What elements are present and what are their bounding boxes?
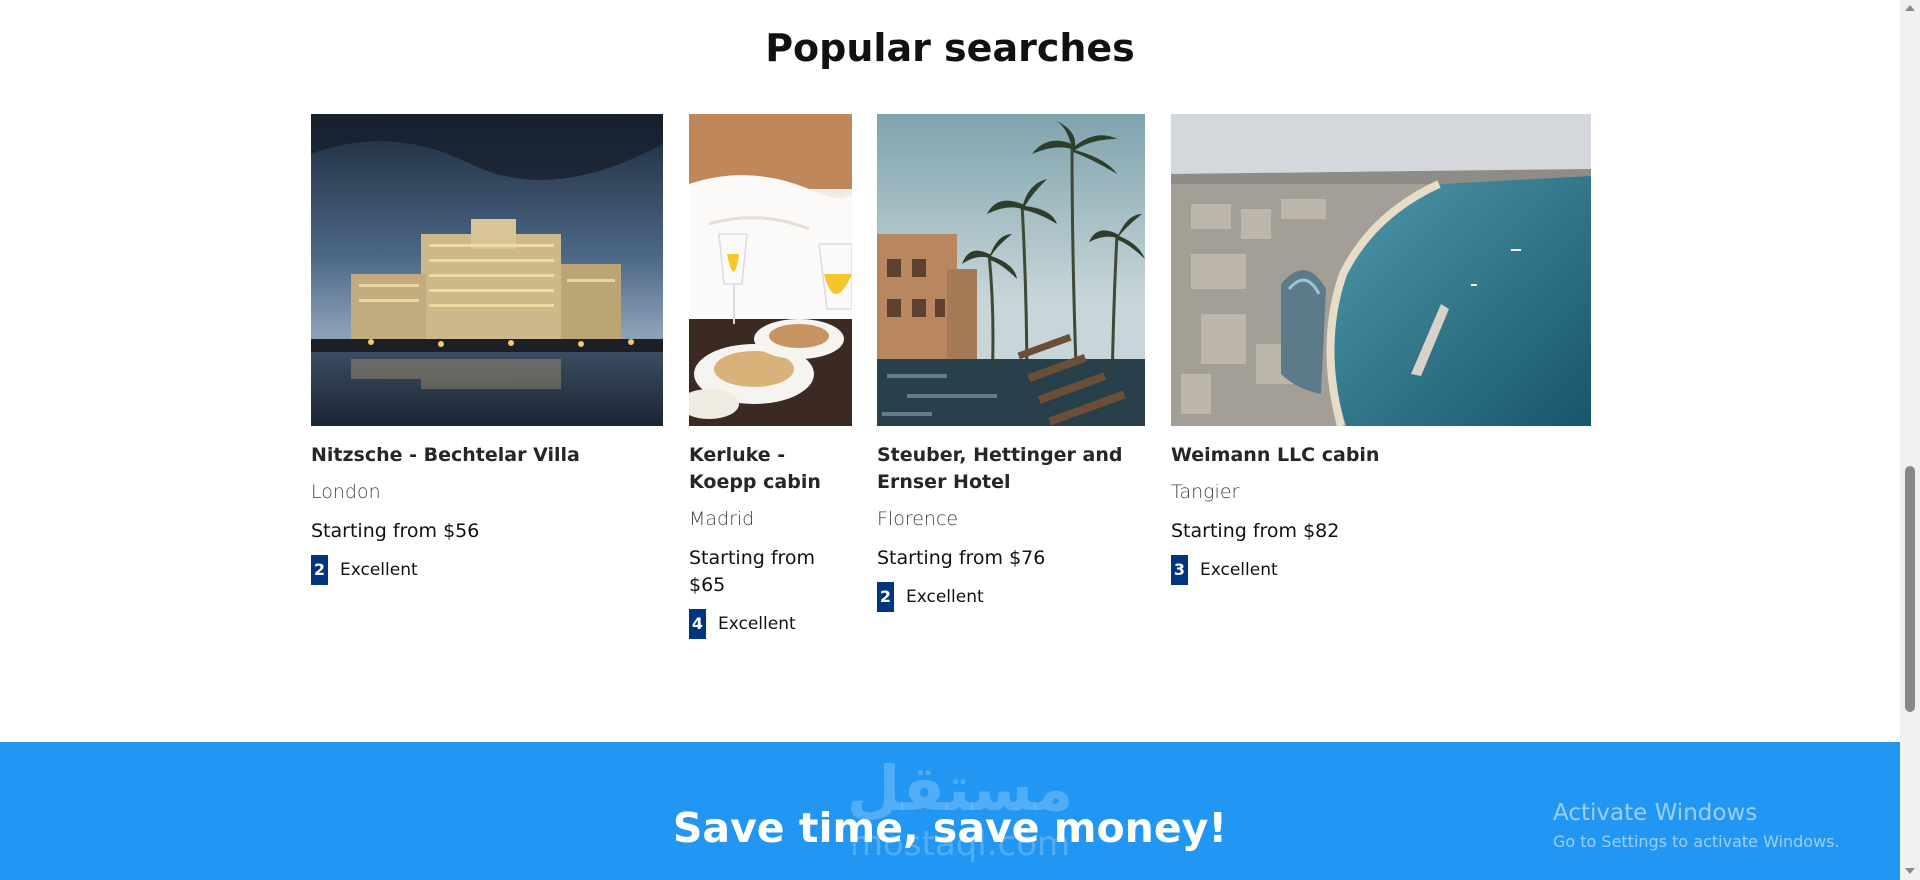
- property-price: Starting from $65: [689, 547, 816, 596]
- property-city: Florence: [877, 508, 959, 530]
- property-card[interactable]: Steuber, Hettinger and Ernser Hotel Flor…: [877, 114, 1145, 612]
- property-image-palm-resort[interactable]: [877, 114, 1145, 426]
- property-city: Madrid: [689, 508, 755, 530]
- scroll-down-arrow-icon[interactable]: [1900, 863, 1920, 880]
- property-city: Tangier: [1171, 481, 1240, 503]
- score-label: Excellent: [906, 587, 984, 607]
- activation-subtitle: Go to Settings to activate Windows.: [1553, 832, 1840, 851]
- property-rating: 2 Excellent: [877, 582, 1145, 612]
- property-card[interactable]: Weimann LLC cabin Tangier Starting from …: [1171, 114, 1591, 585]
- score-badge: 2: [877, 582, 894, 612]
- score-badge: 3: [1171, 555, 1188, 585]
- property-image-hotel-night[interactable]: [311, 114, 663, 426]
- vertical-scrollbar[interactable]: [1900, 0, 1920, 880]
- property-name[interactable]: Nitzsche - Bechtelar Villa: [311, 442, 663, 469]
- property-name[interactable]: Kerluke - Koepp cabin: [689, 442, 852, 496]
- section-title: Popular searches: [765, 26, 1135, 70]
- property-rating: 3 Excellent: [1171, 555, 1591, 585]
- property-card[interactable]: Kerluke - Koepp cabin Madrid Starting fr…: [689, 114, 852, 639]
- property-image-coastal-city[interactable]: [1171, 114, 1591, 426]
- score-badge: 4: [689, 609, 706, 639]
- property-price: Starting from $56: [311, 520, 480, 542]
- scroll-up-arrow-icon[interactable]: [1900, 0, 1920, 17]
- property-image-breakfast[interactable]: [689, 114, 852, 426]
- score-badge: 2: [311, 555, 328, 585]
- property-name[interactable]: Steuber, Hettinger and Ernser Hotel: [877, 442, 1145, 496]
- score-label: Excellent: [718, 614, 796, 634]
- property-card[interactable]: Nitzsche - Bechtelar Villa London Starti…: [311, 114, 663, 585]
- page: Popular searches Nitzsche - Bechtelar Vi…: [0, 0, 1900, 880]
- property-name[interactable]: Weimann LLC cabin: [1171, 442, 1591, 469]
- score-label: Excellent: [340, 560, 418, 580]
- scrollbar-thumb[interactable]: [1905, 466, 1915, 712]
- property-price: Starting from $76: [877, 547, 1046, 569]
- property-rating: 4 Excellent: [689, 609, 852, 639]
- score-label: Excellent: [1200, 560, 1278, 580]
- property-city: London: [311, 481, 381, 503]
- activation-title: Activate Windows: [1553, 800, 1758, 826]
- property-price: Starting from $82: [1171, 520, 1340, 542]
- property-rating: 2 Excellent: [311, 555, 663, 585]
- windows-activation-notice: Activate Windows Go to Settings to activ…: [1553, 800, 1840, 851]
